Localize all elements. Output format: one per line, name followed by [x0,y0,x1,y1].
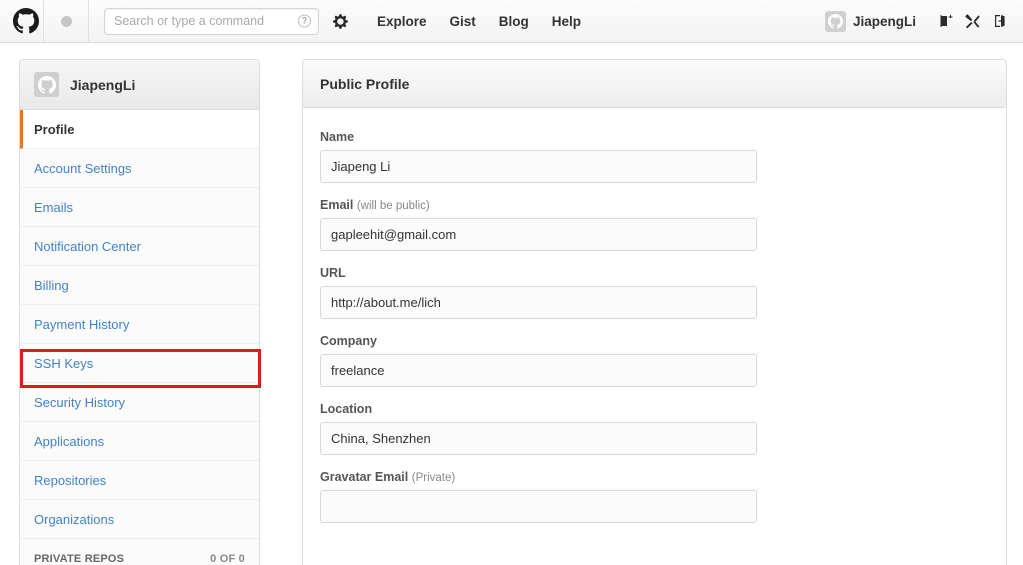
gear-icon[interactable] [330,10,352,32]
nav-divider-right [88,0,89,43]
sidebar-item-label: Emails [34,200,73,215]
github-octocat-logo[interactable] [9,4,43,38]
sidebar-item-label: Payment History [34,317,129,332]
top-navigation-bar: ? Explore Gist Blog Help JiapengLi [0,0,1023,43]
field-label-text: Gravatar Email [320,470,408,484]
nav-link-help[interactable]: Help [552,14,581,29]
sidebar-item-label: Security History [34,395,125,410]
primary-nav-links: Explore Gist Blog Help [377,14,581,29]
field-label-note: (Private) [412,472,455,484]
nav-link-gist[interactable]: Gist [450,14,476,29]
field-label-note: (will be public) [357,200,430,212]
sidebar-item-label: SSH Keys [34,356,93,371]
field-location: Location [320,402,989,455]
status-dot-wrapper[interactable] [44,0,88,43]
sidebar-item-organizations[interactable]: Organizations [20,500,259,539]
email-input[interactable] [320,218,757,251]
field-label-text: URL [320,266,346,280]
sidebar-item-payment-history[interactable]: Payment History [20,305,259,344]
nav-link-blog[interactable]: Blog [499,14,529,29]
sidebar-item-notification-center[interactable]: Notification Center [20,227,259,266]
user-name-label: JiapengLi [853,14,916,29]
private-repos-label: PRIVATE REPOS [34,553,124,565]
search-input[interactable] [104,8,319,35]
nav-link-explore[interactable]: Explore [377,14,427,29]
field-url-label: URL [320,266,989,280]
sidebar-item-account-settings[interactable]: Account Settings [20,149,259,188]
sidebar-item-security-history[interactable]: Security History [20,383,259,422]
status-dot-icon [61,16,72,27]
sidebar-header: JiapengLi [20,60,259,110]
field-company: Company [320,334,989,387]
create-new-repo-icon[interactable] [932,8,959,35]
sidebar-item-profile[interactable]: Profile [20,110,259,149]
gravatar-email-input[interactable] [320,490,757,523]
sidebar-item-emails[interactable]: Emails [20,188,259,227]
field-name: Name [320,130,989,183]
search-box: ? [104,8,319,35]
sidebar-avatar-octocat-icon [34,72,59,97]
field-gravatar-email-label: Gravatar Email (Private) [320,470,989,484]
field-location-label: Location [320,402,989,416]
tools-icon[interactable] [959,8,986,35]
field-company-label: Company [320,334,989,348]
field-email-label: Email (will be public) [320,198,989,212]
field-gravatar-email: Gravatar Email (Private) [320,470,989,523]
sidebar-item-label: Applications [34,434,104,449]
user-menu[interactable]: JiapengLi [825,11,916,32]
field-label-text: Location [320,402,372,416]
field-email: Email (will be public) [320,198,989,251]
sidebar-item-ssh-keys[interactable]: SSH Keys [20,344,259,383]
sidebar-item-repositories[interactable]: Repositories [20,461,259,500]
public-profile-panel: Public Profile Name Email (will be publi… [302,59,1007,565]
profile-form: Name Email (will be public) URL Co [303,108,1006,523]
user-avatar-octocat-icon [825,11,846,32]
location-input[interactable] [320,422,757,455]
sidebar-item-label: Account Settings [34,161,132,176]
nav-right-section: JiapengLi [825,8,1013,35]
sidebar-item-billing[interactable]: Billing [20,266,259,305]
settings-sidebar: JiapengLi Profile Account Settings Email… [19,59,260,565]
sidebar-item-label: Repositories [34,473,106,488]
sidebar-item-label: Notification Center [34,239,141,254]
sign-out-icon[interactable] [986,8,1013,35]
field-label-text: Email [320,198,353,212]
sidebar-item-label: Billing [34,278,69,293]
field-label-text: Company [320,334,377,348]
panel-title: Public Profile [303,60,1006,108]
field-url: URL [320,266,989,319]
sidebar-username: JiapengLi [70,77,135,93]
private-repos-count: 0 OF 0 [210,553,245,565]
field-name-label: Name [320,130,989,144]
private-repos-footer: PRIVATE REPOS 0 OF 0 [20,539,259,565]
page-body: JiapengLi Profile Account Settings Email… [0,43,1023,565]
sidebar-item-label: Profile [34,122,74,137]
question-circle-icon[interactable]: ? [298,15,311,28]
sidebar-item-label: Organizations [34,512,114,527]
field-label-text: Name [320,130,354,144]
company-input[interactable] [320,354,757,387]
sidebar-item-applications[interactable]: Applications [20,422,259,461]
name-input[interactable] [320,150,757,183]
url-input[interactable] [320,286,757,319]
